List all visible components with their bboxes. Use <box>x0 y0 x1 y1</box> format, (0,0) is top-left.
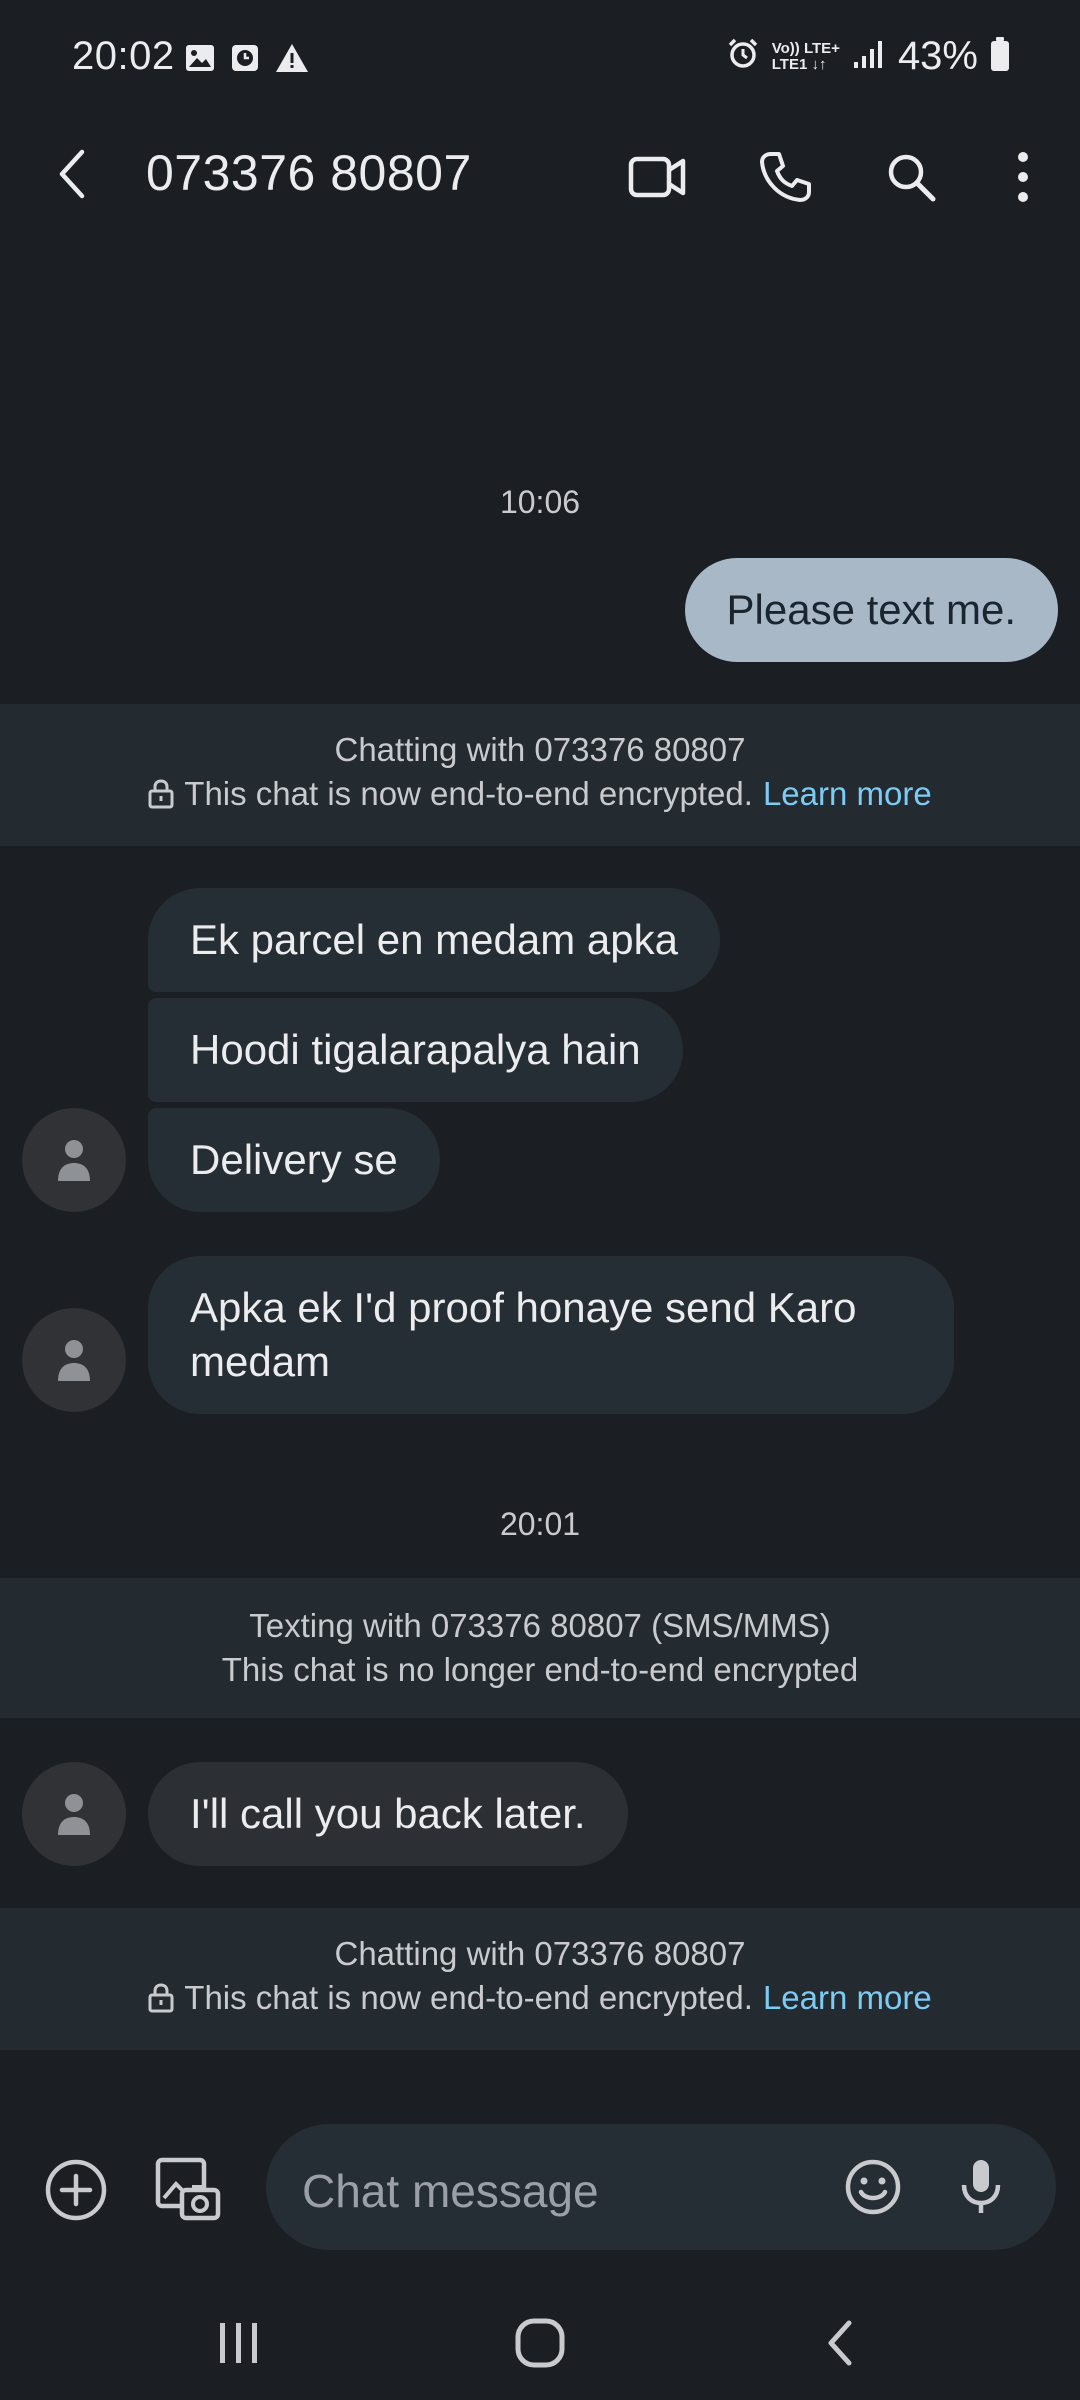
plus-circle-icon <box>45 2159 107 2221</box>
status-right: Vo)) LTE+ LTE1 ↓↑ 43% <box>726 34 1010 79</box>
incoming-message[interactable]: Apka ek I'd proof honaye send Karo medam <box>148 1256 954 1414</box>
network-bottom-label: LTE1 ↓↑ <box>771 55 827 73</box>
timestamp: 20:01 <box>499 1506 581 1542</box>
microphone-icon <box>961 2160 1001 2213</box>
lock-icon <box>148 779 174 809</box>
sender-avatar[interactable] <box>22 1308 126 1412</box>
contact-title[interactable]: 073376 80807 <box>146 144 472 202</box>
encryption-banner: Chatting with 073376 80807 This chat is … <box>0 1908 1080 2050</box>
emoji-icon <box>845 2159 901 2215</box>
incoming-message[interactable]: I'll call you back later. <box>148 1762 628 1866</box>
search-button[interactable] <box>876 142 946 212</box>
banner-encryption-line: This chat is now end-to-end encrypted. L… <box>0 772 1080 816</box>
sms-banner: Texting with 073376 80807 (SMS/MMS) This… <box>0 1578 1080 1718</box>
incoming-message[interactable]: Hoodi tigalarapalya hain <box>148 998 683 1102</box>
phone-icon <box>760 152 811 202</box>
battery-percent: 43% <box>897 34 978 78</box>
banner-encryption-text: This chat is now end-to-end encrypted. <box>184 1979 753 2016</box>
timestamp: 10:06 <box>499 484 581 520</box>
recent-apps-button[interactable] <box>194 2308 284 2378</box>
video-call-icon <box>628 156 686 198</box>
sender-avatar[interactable] <box>22 1762 126 1866</box>
learn-more-link[interactable]: Learn more <box>763 1976 932 2020</box>
home-icon <box>515 2318 565 2368</box>
network-top-label: Vo)) LTE+ <box>771 39 840 57</box>
incoming-message[interactable]: Delivery se <box>148 1108 440 1212</box>
sender-avatar[interactable] <box>22 1108 126 1212</box>
more-vert-icon <box>1018 152 1028 202</box>
clock-notification-icon <box>230 42 260 79</box>
back-arrow-icon <box>59 149 85 199</box>
person-icon <box>58 1340 90 1381</box>
person-icon <box>58 1140 90 1181</box>
person-icon <box>58 1794 90 1835</box>
banner-encryption-text: This chat is now end-to-end encrypted. <box>184 775 753 812</box>
gallery-notification-icon <box>184 42 216 79</box>
phone-call-button[interactable] <box>750 142 820 212</box>
messages-screen: 20:02 Vo)) LTE+ LTE1 ↓↑ 43% 073376 80807… <box>0 0 1080 2400</box>
battery-icon <box>990 36 1010 77</box>
incoming-message[interactable]: Ek parcel en medam apka <box>148 888 720 992</box>
learn-more-link[interactable]: Learn more <box>763 772 932 816</box>
app-bar: 073376 80807 <box>0 120 1080 230</box>
more-options-button[interactable] <box>988 142 1058 212</box>
nav-back-icon <box>828 2320 852 2366</box>
outgoing-message[interactable]: Please text me. <box>684 558 1058 662</box>
home-button[interactable] <box>495 2308 585 2378</box>
network-indicator: Vo)) LTE+ LTE1 ↓↑ <box>771 39 840 73</box>
banner-title: Chatting with 073376 80807 <box>334 731 746 768</box>
recent-apps-icon <box>220 2323 257 2363</box>
banner-title: Chatting with 073376 80807 <box>334 1935 746 1972</box>
search-icon <box>888 154 936 202</box>
back-button[interactable] <box>40 142 104 206</box>
voice-input-button[interactable] <box>946 2152 1016 2222</box>
chat-message-placeholder: Chat message <box>302 2165 599 2217</box>
status-bar: 20:02 Vo)) LTE+ LTE1 ↓↑ 43% <box>0 0 1080 120</box>
nav-back-button[interactable] <box>796 2308 886 2378</box>
banner-subtitle: This chat is no longer end-to-end encryp… <box>221 1651 859 1688</box>
gallery-camera-icon <box>155 2157 221 2221</box>
gallery-camera-button[interactable] <box>150 2152 226 2228</box>
banner-encryption-line: This chat is now end-to-end encrypted. L… <box>0 1976 1080 2020</box>
banner-title: Texting with 073376 80807 (SMS/MMS) <box>249 1607 831 1644</box>
warning-notification-icon <box>274 42 310 79</box>
add-attachment-button[interactable] <box>40 2154 112 2226</box>
emoji-button[interactable] <box>838 2152 908 2222</box>
status-time: 20:02 <box>72 34 175 78</box>
chat-message-input[interactable]: Chat message <box>266 2124 1056 2250</box>
encryption-banner: Chatting with 073376 80807 This chat is … <box>0 704 1080 846</box>
notification-icons <box>184 42 310 79</box>
alarm-icon <box>726 37 760 76</box>
system-nav-bar <box>0 2280 1080 2400</box>
lock-icon <box>148 1983 174 2013</box>
signal-icon <box>852 38 886 75</box>
video-call-button[interactable] <box>622 142 692 212</box>
